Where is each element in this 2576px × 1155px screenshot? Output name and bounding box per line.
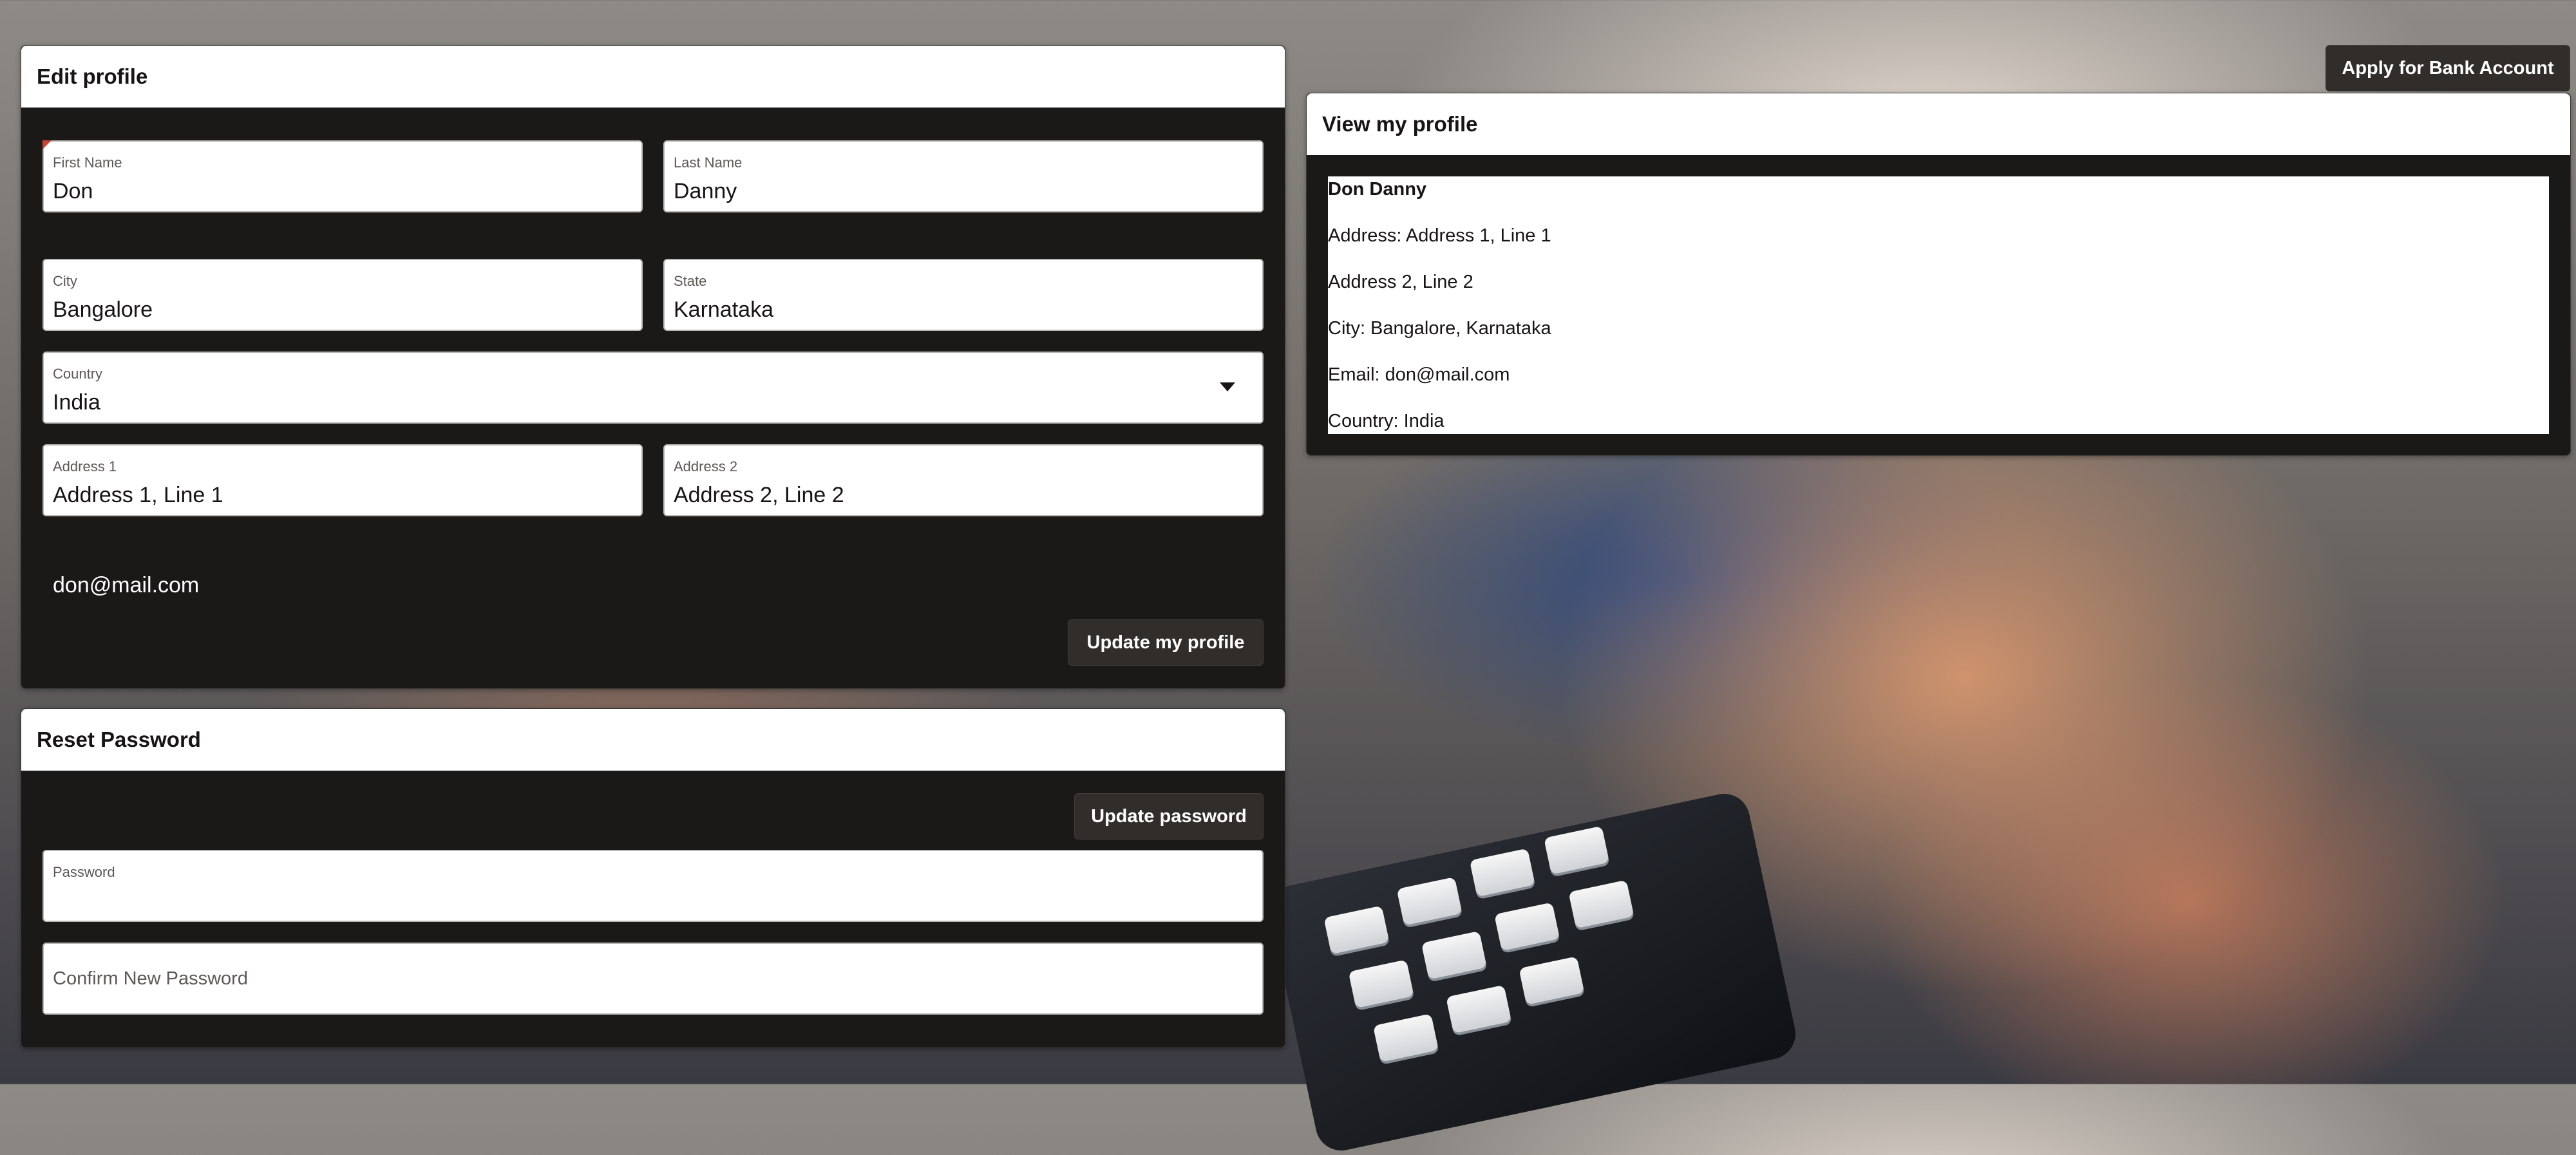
email-text: don@mail.com bbox=[53, 573, 200, 597]
profile-address1: Address: Address 1, Line 1 bbox=[1328, 225, 1551, 246]
address2-field[interactable]: Address 2 Address 2, Line 2 bbox=[663, 444, 1264, 516]
profile-country: Country: India bbox=[1328, 411, 1444, 431]
state-field[interactable]: State Karnataka bbox=[663, 259, 1264, 331]
password-field[interactable]: Password bbox=[43, 850, 1264, 922]
last-name-label: Last Name bbox=[674, 155, 743, 171]
first-name-value: Don bbox=[53, 179, 93, 203]
edit-profile-title: Edit profile bbox=[21, 46, 1285, 108]
background-keypad-image bbox=[1265, 789, 1801, 1155]
profile-address2: Address 2, Line 2 bbox=[1328, 272, 1473, 292]
address2-value: Address 2, Line 2 bbox=[674, 483, 844, 507]
profile-email: Email: don@mail.com bbox=[1328, 364, 1510, 385]
profile-details: Don Danny Address: Address 1, Line 1 Add… bbox=[1328, 176, 2549, 434]
chevron-down-icon[interactable] bbox=[1220, 382, 1235, 391]
city-value: Bangalore bbox=[53, 297, 153, 322]
profile-name: Don Danny bbox=[1328, 179, 1427, 200]
update-profile-button[interactable]: Update my profile bbox=[1068, 619, 1264, 666]
state-label: State bbox=[674, 273, 707, 289]
address1-label: Address 1 bbox=[53, 458, 117, 474]
country-label: Country bbox=[53, 366, 103, 382]
country-select[interactable]: Country India bbox=[43, 352, 1264, 424]
update-password-button[interactable]: Update password bbox=[1074, 793, 1264, 840]
country-value: India bbox=[53, 390, 100, 415]
address1-field[interactable]: Address 1 Address 1, Line 1 bbox=[43, 444, 643, 516]
last-name-field[interactable]: Last Name Danny bbox=[663, 140, 1264, 212]
first-name-field[interactable]: First Name Don bbox=[43, 140, 643, 212]
city-field[interactable]: City Bangalore bbox=[43, 259, 643, 331]
required-indicator bbox=[43, 140, 52, 149]
profile-city: City: Bangalore, Karnataka bbox=[1328, 318, 1551, 339]
password-label: Password bbox=[53, 864, 115, 880]
last-name-value: Danny bbox=[674, 179, 737, 203]
apply-bank-account-button[interactable]: Apply for Bank Account bbox=[2325, 45, 2570, 91]
city-label: City bbox=[53, 273, 77, 289]
first-name-label: First Name bbox=[53, 155, 122, 171]
address2-label: Address 2 bbox=[674, 458, 738, 474]
view-profile-title: View my profile bbox=[1307, 93, 2570, 155]
reset-password-title: Reset Password bbox=[21, 709, 1285, 771]
address1-value: Address 1, Line 1 bbox=[53, 483, 223, 507]
state-value: Karnataka bbox=[674, 297, 773, 322]
confirm-password-field[interactable]: Confirm New Password bbox=[43, 943, 1264, 1015]
confirm-password-placeholder: Confirm New Password bbox=[53, 968, 248, 989]
